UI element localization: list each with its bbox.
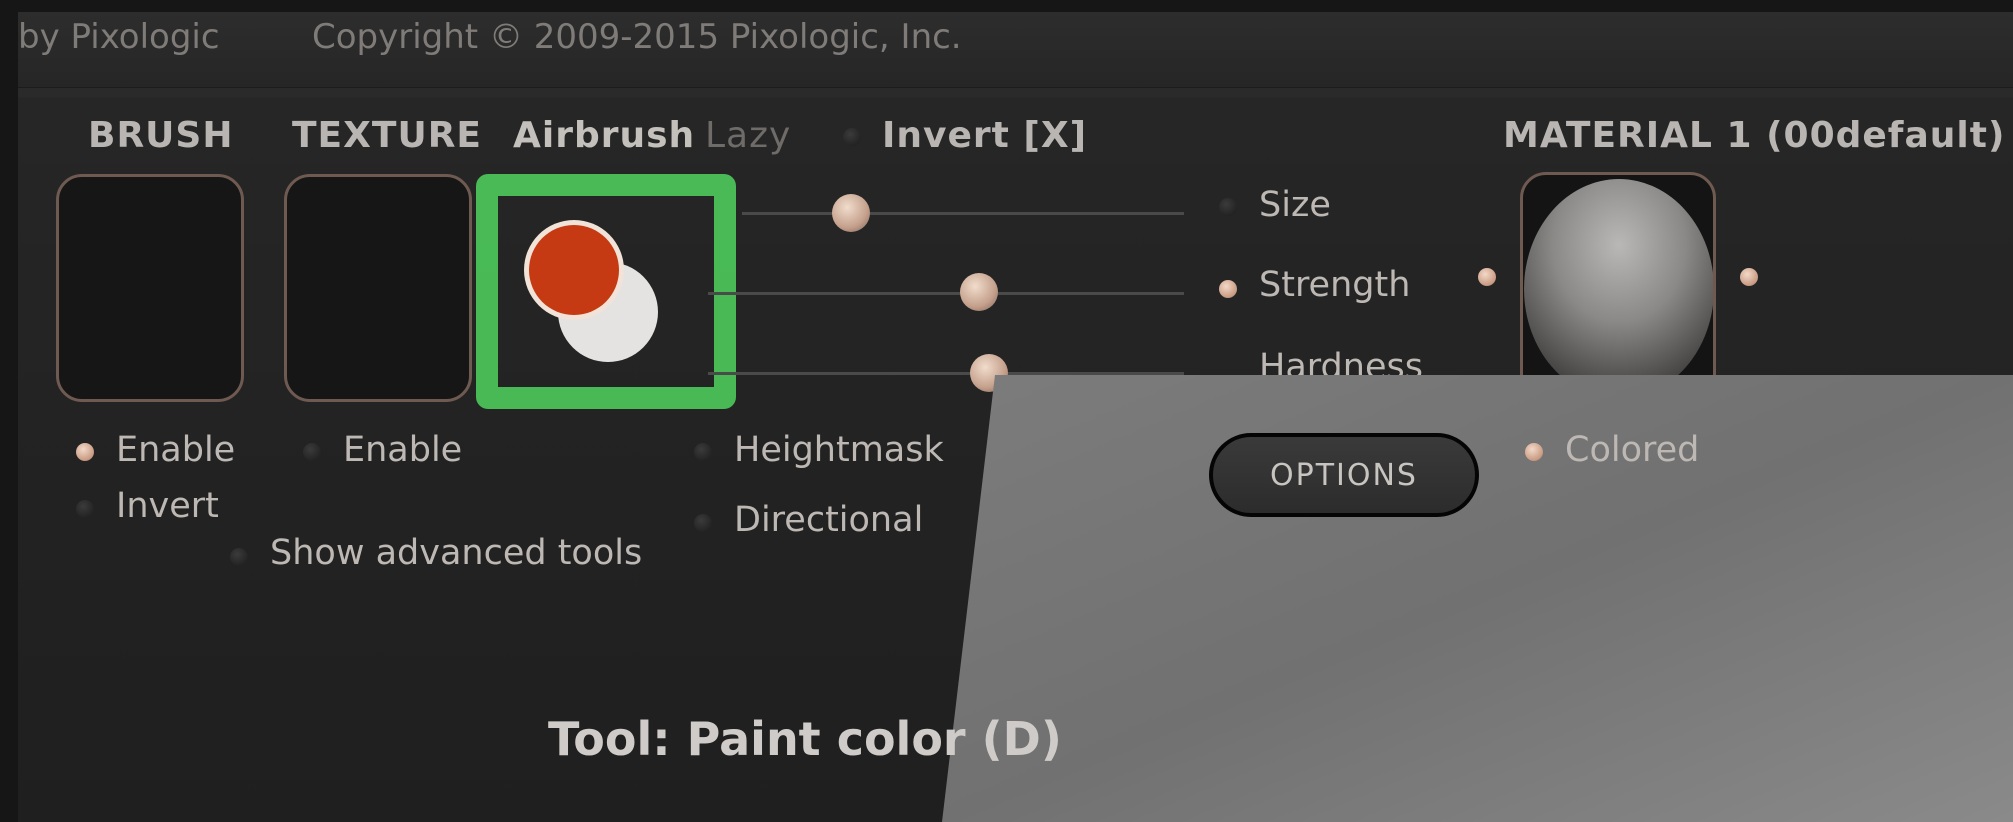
texture-enable-toggle-icon[interactable]	[303, 443, 321, 461]
tool-status-text: Tool: Paint color (D)	[548, 712, 1062, 766]
canvas-plane	[942, 375, 2013, 822]
options-button[interactable]: OPTIONS	[1209, 433, 1479, 517]
directional-label: Directional	[734, 500, 924, 540]
zbrush-paint-panel: by Pixologic Copyright © 2009-2015 Pixol…	[0, 0, 2013, 822]
show-advanced-label: Show advanced tools	[270, 533, 643, 573]
colored-toggle-icon[interactable]	[1525, 443, 1543, 461]
heightmask-label: Heightmask	[734, 430, 944, 470]
brush-enable-label: Enable	[116, 430, 236, 470]
brush-invert-toggle-icon[interactable]	[76, 500, 94, 518]
texture-enable-label: Enable	[343, 430, 463, 470]
colored-label: Colored	[1565, 430, 1700, 470]
document-canvas[interactable]	[0, 0, 2013, 822]
show-advanced-toggle-icon[interactable]	[230, 548, 248, 566]
brush-enable-toggle-icon[interactable]	[76, 443, 94, 461]
directional-toggle-icon[interactable]	[694, 514, 712, 532]
heightmask-toggle-icon[interactable]	[694, 443, 712, 461]
brush-invert-label: Invert	[116, 486, 219, 526]
